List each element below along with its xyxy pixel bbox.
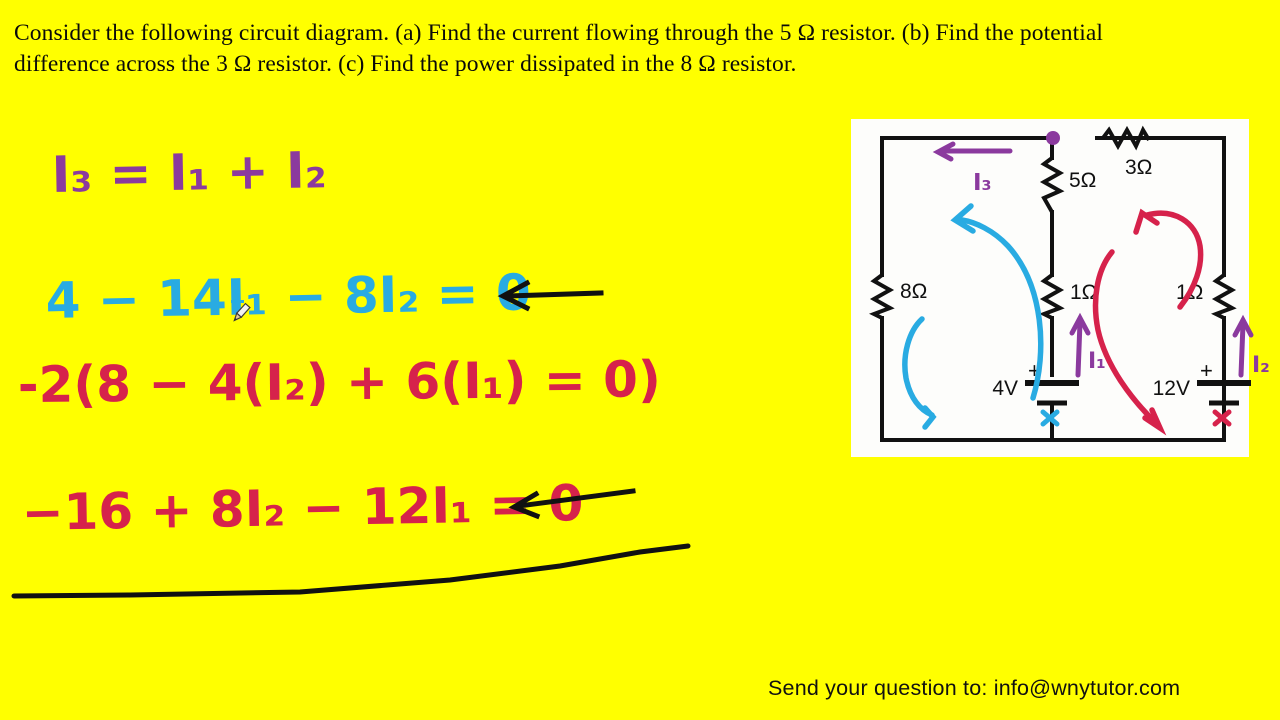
annotation-long-stroke xyxy=(11,543,691,599)
annotation-arrow-1 xyxy=(497,279,604,312)
footer-contact: Send your question to: info@wnytutor.com xyxy=(768,676,1181,700)
equation-1: I₃ = I₁ + I₂ xyxy=(51,141,327,204)
pencil-cursor xyxy=(231,300,251,322)
annotation-arrow-2 xyxy=(508,488,636,520)
slide-canvas: Consider the following circuit diagram. … xyxy=(0,0,1280,720)
circuit-diagram-panel xyxy=(851,119,1249,457)
current-i2-label: I₂ xyxy=(1252,353,1270,378)
equation-2: 4 − 14I₁ − 8I₂ = 0 xyxy=(45,264,531,330)
equation-4: −16 + 8I₂ − 12I₁ = 0 xyxy=(21,474,584,542)
page-title: Consider the following circuit diagram. … xyxy=(14,20,1104,77)
equation-3: -2(8 − 4(I₂) + 6(I₁) = 0) xyxy=(18,350,661,414)
